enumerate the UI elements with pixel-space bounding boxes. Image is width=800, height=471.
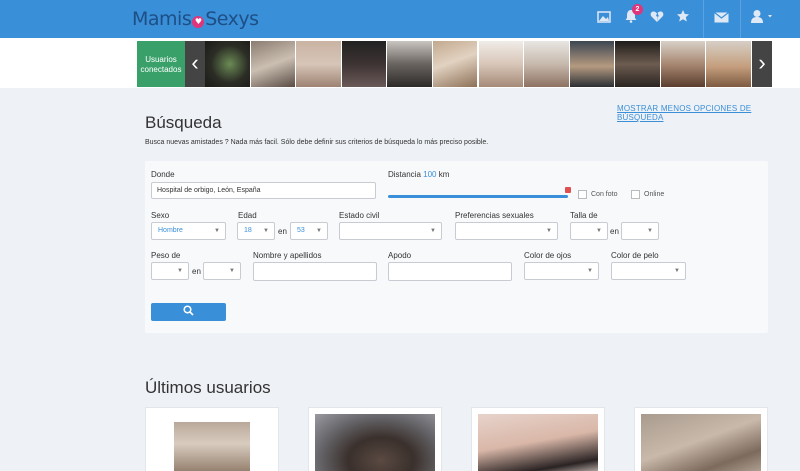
color-pelo-label: Color de pelo (611, 251, 659, 260)
chevron-down-icon: ▼ (316, 228, 322, 234)
distance-slider-track[interactable] (388, 195, 568, 198)
bell-icon[interactable]: 2 (621, 4, 643, 29)
nombre-label: Nombre y apellidos (253, 251, 322, 260)
online-label: Online (644, 191, 665, 198)
range-separator: en (610, 227, 619, 236)
search-icon (183, 305, 194, 316)
online-user-thumbnail[interactable] (569, 41, 615, 87)
chevron-down-icon: ▼ (177, 268, 183, 274)
location-input[interactable]: Hospital de orbigo, León, España (151, 182, 376, 199)
top-navbar: Mamis ♥ Sexys 2 (0, 0, 800, 38)
color-ojos-select[interactable]: ▼ (524, 262, 599, 280)
online-user-thumbnail[interactable] (387, 41, 432, 87)
apodo-label: Apodo (388, 251, 412, 260)
con-foto-label: Con foto (591, 191, 618, 198)
user-card[interactable] (471, 407, 605, 471)
star-icon[interactable] (673, 9, 693, 29)
talla-max-select[interactable]: ▼ (621, 222, 659, 240)
strip-prev-button[interactable]: ‹ (185, 41, 205, 87)
distance-label-text: Distancia (388, 170, 421, 179)
edad-min-value: 18 (244, 227, 252, 234)
user-card[interactable] (145, 407, 279, 471)
apodo-input[interactable] (388, 262, 512, 281)
user-card[interactable] (634, 407, 768, 471)
notification-badge: 2 (632, 4, 643, 15)
preferencias-select[interactable]: ▼ (455, 222, 558, 240)
online-checkbox[interactable] (631, 190, 640, 199)
page-title: Búsqueda (145, 113, 222, 132)
peso-max-select[interactable]: ▼ (203, 262, 241, 280)
distance-label: Distancia 100 km (388, 170, 449, 179)
chevron-down-icon: ▼ (546, 228, 552, 234)
estado-civil-label: Estado civil (339, 211, 380, 220)
toggle-search-options-link[interactable]: MOSTRAR MENOS OPCIONES DE BÚSQUEDA (617, 104, 800, 122)
chevron-down-icon: ▼ (430, 228, 436, 234)
online-user-thumbnail[interactable] (524, 41, 569, 87)
distance-unit: km (438, 170, 450, 179)
chevron-down-icon: ▼ (587, 268, 593, 274)
online-user-thumbnail[interactable] (660, 41, 706, 87)
online-user-thumbnail[interactable] (478, 41, 524, 87)
color-ojos-label: Color de ojos (524, 251, 572, 260)
con-foto-checkbox[interactable] (578, 190, 587, 199)
sexo-value: Hombre (158, 227, 183, 234)
distance-slider-handle[interactable] (565, 187, 571, 193)
user-photo[interactable] (641, 414, 761, 471)
user-photo[interactable] (315, 414, 435, 471)
preferencias-label: Preferencias sexuales (455, 211, 534, 220)
online-user-thumbnail[interactable] (250, 41, 296, 87)
talla-min-select[interactable]: ▼ (570, 222, 608, 240)
online-user-thumbnail[interactable] (615, 41, 660, 87)
chevron-down-icon: ▼ (263, 228, 269, 234)
online-user-thumbnail[interactable] (706, 41, 751, 87)
donde-label: Donde (151, 170, 175, 179)
peso-min-select[interactable]: ▼ (151, 262, 189, 280)
talla-label: Talla de (570, 211, 598, 220)
broken-heart-icon[interactable] (647, 9, 667, 29)
sexo-label: Sexo (151, 211, 170, 220)
distance-value: 100 (423, 170, 437, 179)
logo-text-right: Sexys (205, 8, 259, 30)
user-menu-icon[interactable] (749, 9, 777, 29)
range-separator: en (278, 227, 287, 236)
logo-heart-icon: ♥ (192, 16, 205, 28)
sexo-select[interactable]: Hombre ▼ (151, 222, 226, 240)
peso-label: Peso de (151, 251, 181, 260)
online-user-thumbnail[interactable] (432, 41, 478, 87)
site-logo[interactable]: Mamis ♥ Sexys (132, 8, 259, 30)
chevron-down-icon: ▼ (214, 228, 220, 234)
chevron-down-icon: ▼ (674, 268, 680, 274)
latest-users-title: Últimos usuarios (145, 378, 271, 397)
edad-label: Edad (238, 211, 257, 220)
chevron-down-icon: ▼ (596, 228, 602, 234)
search-button[interactable] (151, 303, 226, 321)
strip-next-button[interactable]: › (752, 41, 772, 87)
range-separator: en (192, 267, 201, 276)
edad-max-value: 53 (297, 227, 305, 234)
navbar-divider (740, 0, 741, 38)
online-user-thumbnail[interactable] (341, 41, 387, 87)
color-pelo-select[interactable]: ▼ (611, 262, 686, 280)
chevron-down-icon: ▼ (229, 268, 235, 274)
nombre-input[interactable] (253, 262, 377, 281)
online-user-thumbnail[interactable] (296, 41, 341, 87)
photo-icon[interactable] (594, 9, 614, 29)
online-user-thumbnail[interactable] (205, 41, 250, 87)
chevron-down-icon: ▼ (647, 228, 653, 234)
edad-min-select[interactable]: 18 ▼ (237, 222, 275, 240)
edad-max-select[interactable]: 53 ▼ (290, 222, 328, 240)
navbar-divider (703, 0, 704, 38)
user-photo[interactable] (478, 414, 598, 471)
user-card[interactable] (308, 407, 442, 471)
logo-text-left: Mamis (132, 8, 192, 30)
search-subtitle: Busca nuevas amistades ? Nada más facil.… (145, 139, 489, 146)
user-photo[interactable] (174, 422, 250, 471)
online-users-label[interactable]: Usuarios conectados (137, 41, 185, 87)
estado-civil-select[interactable]: ▼ (339, 222, 442, 240)
mail-icon[interactable] (711, 9, 731, 29)
